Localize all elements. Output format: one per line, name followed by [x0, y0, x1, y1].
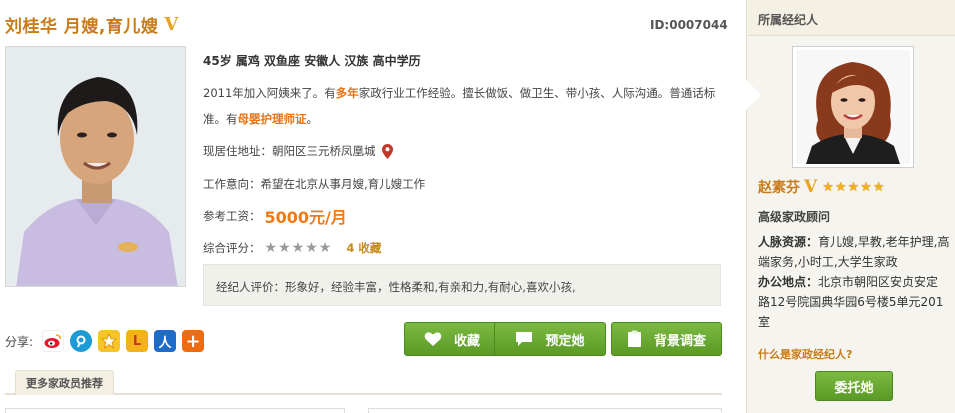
rating-row: 综合评分： ★ ★ ★ ★ ★ 4 收藏 [203, 240, 381, 256]
star-empty-icon: ★ [318, 240, 332, 256]
favorite-count: 4 收藏 [346, 241, 382, 255]
book-button[interactable]: 预定她 [494, 322, 606, 356]
agent-title: 高级家政顾问 [758, 210, 831, 224]
background-check-button-label: 背景调查 [653, 333, 706, 349]
star-filled-icon: ★ [872, 179, 885, 195]
agent-photo[interactable] [792, 46, 914, 168]
worker-id: ID:0007044 [650, 18, 728, 32]
background-check-button[interactable]: 背景调查 [611, 322, 722, 356]
agent-panel-header: 所属经纪人 [747, 0, 955, 36]
star-empty-icon: ★ [278, 240, 291, 256]
intent-row: 工作意向：希望在北京从事月嫂,育儿嫂工作 [203, 176, 425, 192]
salary-row: 参考工资： 5000元/月 [203, 204, 347, 228]
renren-icon[interactable]: 人 [154, 330, 177, 352]
weibo-icon[interactable] [42, 330, 65, 352]
recommend-card-right [368, 408, 722, 413]
favorite-button[interactable]: 收藏 [404, 322, 500, 356]
star-empty-icon: ★ [291, 240, 305, 256]
book-button-label: 预定她 [545, 333, 585, 349]
resources-label: 人脉资源： [758, 235, 819, 249]
tab-more-recommendations[interactable]: 更多家政员推荐 [15, 370, 114, 395]
agent-office: 办公地点：北京市朝阳区安贞安定路12号院国典华园6号楼5单元201室 [758, 272, 950, 332]
page: 刘桂华 月嫂,育儿嫂 V ID:0007044 45岁 属鸡 双鱼座 安徽人 汉… [0, 0, 955, 413]
address-row: 现居住地址： 朝阳区三元桥凤凰城 [203, 143, 393, 159]
title-row: 刘桂华 月嫂,育儿嫂 V [5, 12, 178, 37]
agent-rating-stars: ★ ★ ★ ★ ★ [822, 180, 885, 195]
share-label: 分享: [5, 334, 34, 349]
basic-info: 45岁 属鸡 双鱼座 安徽人 汉族 高中学历 [203, 54, 421, 68]
agent-name-row: 赵素芬 V ★ ★ ★ ★ ★ [758, 177, 885, 197]
desc-text-1: 2011年加入阿姨来了。有 [203, 86, 336, 100]
agent-details: 人脉资源：育儿嫂,早教,老年护理,高端家务,小时工,大学生家政 办公地点：北京市… [758, 232, 950, 332]
more-plus-icon[interactable]: + [182, 330, 205, 352]
clipboard-icon [627, 330, 642, 348]
star-filled-icon: ★ [822, 179, 834, 195]
qzone-icon[interactable] [98, 330, 121, 352]
address-value: 朝阳区三元桥凤凰城 [272, 144, 376, 158]
worker-photo [5, 46, 186, 287]
desc-highlight-certificate[interactable]: 母婴护理师证 [238, 112, 307, 126]
star-filled-icon: ★ [834, 179, 847, 195]
salary-value: 5000元/月 [264, 208, 347, 227]
worker-title: 刘桂华 月嫂,育儿嫂 [5, 17, 159, 37]
chat-bubble-icon [515, 331, 533, 347]
recommend-card-left [5, 408, 345, 413]
salary-label: 参考工资： [203, 209, 261, 223]
worker-description: 2011年加入阿姨来了。有多年家政行业工作经验。擅长做饭、做卫生、带小孩、人际沟… [203, 80, 723, 132]
map-pin-icon[interactable] [381, 143, 393, 159]
heart-icon [424, 331, 442, 347]
agent-panel: 所属经纪人 赵素芬 V ★ ★ ★ ★ ★ 高级家政顾问 人脉资源：育儿嫂,早教… [746, 0, 955, 413]
desc-highlight-years: 多年 [335, 86, 359, 100]
star-empty-icon: ★ [305, 240, 318, 256]
douban-icon[interactable]: L [126, 330, 149, 352]
star-filled-icon: ★ [847, 179, 860, 195]
agent-resources: 人脉资源：育儿嫂,早教,老年护理,高端家务,小时工,大学生家政 [758, 232, 950, 272]
favorite-button-label: 收藏 [453, 333, 480, 349]
agent-name[interactable]: 赵素芬 [758, 177, 800, 197]
share-bar: 分享: L 人 + [5, 330, 205, 352]
intent-label: 工作意向： [203, 177, 261, 191]
star-empty-icon: ★ [264, 240, 278, 256]
star-filled-icon: ★ [860, 179, 872, 195]
intent-value: 希望在北京从事月嫂,育儿嫂工作 [260, 177, 426, 191]
agent-verified-badge-icon: V [804, 177, 818, 197]
tencent-weibo-icon[interactable] [70, 330, 93, 352]
what-is-agent-link[interactable]: 什么是家政经纪人? [758, 346, 852, 362]
desc-text-3: 。 [306, 112, 319, 126]
address-label: 现居住地址： [203, 144, 272, 158]
office-label: 办公地点： [758, 275, 819, 289]
rating-label: 综合评分： [203, 241, 261, 255]
rating-stars: ★ ★ ★ ★ ★ [265, 240, 333, 256]
verified-badge-icon: V [164, 14, 179, 35]
entrust-button[interactable]: 委托她 [815, 371, 893, 401]
panel-pointer [746, 80, 761, 110]
agent-comment: 经纪人评价：形象好，经验丰富，性格柔和,有亲和力,有耐心,喜欢小孩, [203, 264, 721, 306]
